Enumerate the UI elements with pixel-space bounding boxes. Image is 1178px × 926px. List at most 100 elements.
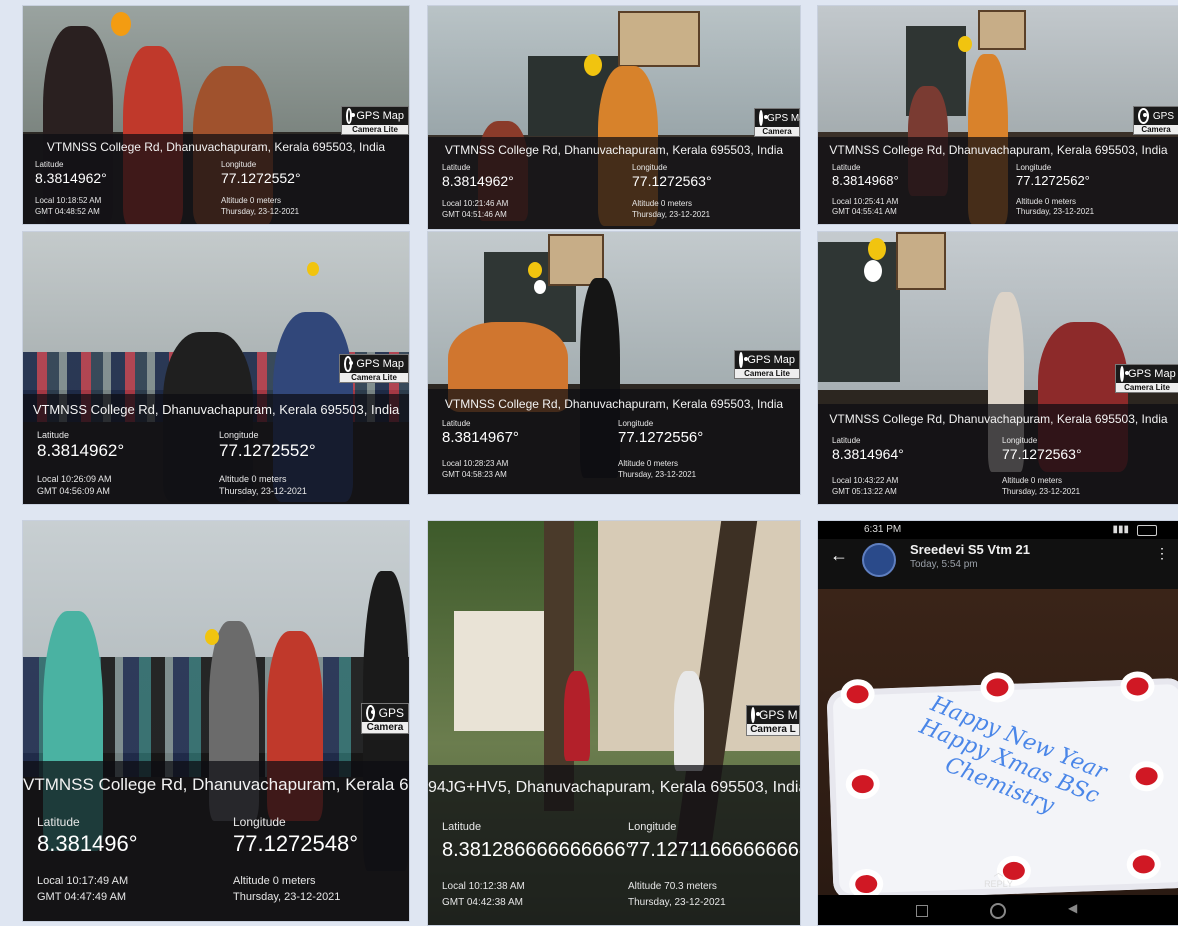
reply-button[interactable]: ︿ REPLY [818, 864, 1178, 889]
geotag-overlay: VTMNSS College Rd, Dhanuvachapuram, Kera… [818, 404, 1178, 504]
photo-tile-3: VTMNSS College Rd, Dhanuvachapuram, Kera… [817, 5, 1178, 225]
local-time: Local 10:28:23 AM [442, 459, 509, 468]
badge-camera-text: Camera Lite [735, 369, 799, 378]
latitude-label: Latitude [37, 430, 70, 440]
latitude-value: 8.3814962° [35, 170, 107, 186]
latitude-value: 8.3814967° [442, 429, 519, 446]
wall-frame [896, 232, 946, 290]
badge-camera-text: Camera [1134, 125, 1178, 134]
address-text: VTMNSS College Rd, Dhanuvachapuram, Kera… [23, 775, 409, 794]
phone-status-bar: 6:31 PM ▮▮▮ [818, 521, 1178, 539]
avatar[interactable] [862, 543, 896, 577]
longitude-value: 77.1272562° [1016, 173, 1090, 188]
longitude-label: Longitude [618, 419, 654, 428]
gmt-time: GMT 04:56:09 AM [37, 486, 110, 496]
geotag-overlay: VTMNSS College Rd, Dhanuvachapuram, Kera… [428, 389, 800, 494]
longitude-label: Longitude [1016, 163, 1052, 172]
latitude-value: 8.381496° [37, 831, 138, 856]
gmt-time: GMT 04:48:52 AM [35, 207, 100, 216]
address-text: VTMNSS College Rd, Dhanuvachapuram, Kera… [829, 143, 1168, 157]
contact-subtitle: Today, 5:54 pm [910, 559, 978, 570]
altitude-text: Altitude 0 meters [1016, 197, 1077, 206]
latitude-label: Latitude [832, 436, 861, 445]
badge-gps-text: GPS [378, 706, 404, 720]
gps-map-badge: GPS Camera [1133, 106, 1178, 135]
local-time: Local 10:26:09 AM [37, 474, 112, 484]
camera-lens-icon [739, 352, 749, 368]
address-text: 94JG+HV5, Dhanuvachapuram, Kerala 695503… [428, 779, 801, 796]
badge-gps-text: GPS Map [747, 354, 795, 366]
badge-gps-text: GPS Map [356, 110, 404, 122]
altitude-text: Altitude 0 meters [632, 199, 693, 208]
camera-lens-icon [346, 108, 356, 124]
longitude-value: 77.12711666666668° [628, 839, 801, 861]
date-text: Thursday, 23-12-2021 [1002, 487, 1081, 496]
latitude-value: 8.3814962° [37, 441, 125, 460]
home-icon[interactable] [990, 903, 1006, 919]
longitude-label: Longitude [221, 160, 257, 169]
latitude-value: 8.3814962° [442, 173, 514, 189]
photo-tile-8: 94JG+HV5, Dhanuvachapuram, Kerala 695503… [427, 520, 801, 926]
battery-icon [1137, 525, 1157, 536]
camera-lens-icon [759, 110, 768, 126]
badge-camera-text: Camera Lite [342, 125, 408, 134]
badge-gps-text: GPS Map [1128, 368, 1176, 380]
badge-gps-text: GPS M [759, 708, 798, 722]
geotag-overlay: VTMNSS College Rd, Dhanuvachapuram, Kera… [23, 761, 409, 921]
geotag-overlay: 94JG+HV5, Dhanuvachapuram, Kerala 695503… [428, 765, 800, 925]
photo-tile-5: VTMNSS College Rd, Dhanuvachapuram, Kera… [427, 231, 801, 495]
date-text: Thursday, 23-12-2021 [632, 210, 711, 219]
local-time: Local 10:12:38 AM [442, 881, 525, 892]
local-time: Local 10:18:52 AM [35, 196, 102, 205]
badge-camera-text: Camera [755, 127, 799, 136]
altitude-text: Altitude 0 meters [221, 196, 282, 205]
badge-camera-text: Camera L [747, 724, 799, 735]
latitude-label: Latitude [442, 419, 471, 428]
badge-gps-text: GPS [1152, 110, 1174, 122]
contact-name[interactable]: Sreedevi S5 Vtm 21 [910, 542, 1030, 557]
cake-icing-text: Happy New Year Happy Xmas BSc Chemistry [915, 691, 1111, 819]
gps-map-badge: GPS Map Camera [754, 108, 800, 137]
camera-lens-icon [1138, 108, 1149, 124]
gmt-time: GMT 04:58:23 AM [442, 470, 507, 479]
longitude-label: Longitude [233, 815, 286, 829]
back-arrow-icon[interactable]: ← [830, 545, 848, 566]
more-options-icon[interactable]: ⋮ [1155, 545, 1169, 562]
altitude-text: Altitude 0 meters [1002, 476, 1063, 485]
address-text: VTMNSS College Rd, Dhanuvachapuram, Kera… [444, 397, 784, 411]
date-text: Thursday, 23-12-2021 [233, 891, 341, 903]
signal-icon: ▮▮▮ [1112, 524, 1129, 535]
longitude-value: 77.1272563° [1002, 446, 1082, 462]
longitude-value: 77.1272552° [221, 170, 301, 186]
camera-lens-icon [1120, 366, 1129, 382]
latitude-value: 8.3814968° [832, 173, 899, 188]
photo-tile-6: VTMNSS College Rd, Dhanuvachapuram, Kera… [817, 231, 1178, 505]
local-time: Local 10:25:41 AM [832, 197, 899, 206]
geotag-overlay: VTMNSS College Rd, Dhanuvachapuram, Kera… [23, 134, 409, 224]
gmt-time: GMT 04:47:49 AM [37, 891, 127, 903]
building [454, 611, 548, 731]
gps-map-badge: GPS Map Camera Lite [1115, 364, 1178, 393]
latitude-label: Latitude [37, 815, 80, 829]
geotag-overlay: VTMNSS College Rd, Dhanuvachapuram, Kera… [818, 137, 1178, 224]
longitude-label: Longitude [628, 821, 677, 833]
wall-frame [618, 11, 700, 67]
photo-tile-4: VTMNSS College Rd, Dhanuvachapuram, Kera… [22, 231, 410, 505]
camera-lens-icon [344, 356, 354, 372]
geotag-overlay: VTMNSS College Rd, Dhanuvachapuram, Kera… [428, 137, 800, 229]
gps-map-badge: GPS Camera [361, 703, 409, 734]
android-nav-bar: ◀ [818, 895, 1178, 925]
chat-screenshot-tile: 6:31 PM ▮▮▮ ← Sreedevi S5 Vtm 21 Today, … [817, 520, 1178, 926]
longitude-value: 77.1272556° [618, 429, 704, 446]
back-icon[interactable]: ◀ [1068, 901, 1077, 915]
badge-camera-text: Camera Lite [1116, 383, 1178, 392]
badge-camera-text: Camera [362, 722, 408, 733]
address-text: VTMNSS College Rd, Dhanuvachapuram, Kera… [444, 143, 784, 157]
date-text: Thursday, 23-12-2021 [618, 470, 697, 479]
geotag-overlay: VTMNSS College Rd, Dhanuvachapuram, Kera… [23, 394, 409, 504]
recent-apps-icon[interactable] [916, 905, 928, 917]
longitude-value: 77.1272548° [233, 831, 359, 856]
badge-gps-text: GPS Map [767, 112, 800, 124]
blackboard [818, 242, 900, 382]
rose-decoration [1135, 766, 1158, 786]
